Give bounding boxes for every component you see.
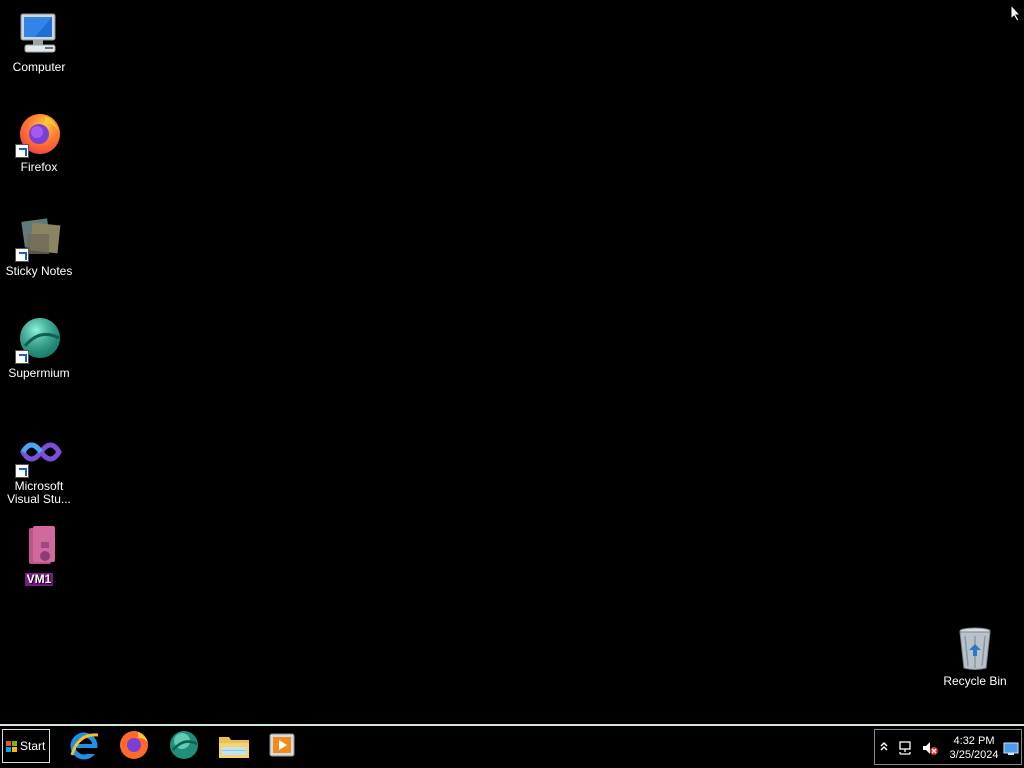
taskbar: Start 4:32 PM 3/25/2024 bbox=[0, 724, 1024, 768]
clock-time: 4:32 PM bbox=[953, 735, 995, 747]
clock[interactable]: 4:32 PM 3/25/2024 bbox=[945, 734, 1003, 762]
shortcut-arrow-icon bbox=[15, 144, 29, 158]
volume-muted-icon[interactable] bbox=[921, 740, 939, 761]
taskbar-file-explorer[interactable] bbox=[216, 730, 252, 764]
system-tray: 4:32 PM 3/25/2024 bbox=[874, 729, 1022, 765]
folder-icon bbox=[15, 522, 63, 570]
desktop-icon-label: Firefox bbox=[20, 160, 58, 174]
desktop-icon-label: Supermium bbox=[8, 366, 70, 380]
media-player-icon bbox=[266, 729, 298, 766]
desktop-icon-computer[interactable]: Computer bbox=[0, 10, 78, 76]
sticky-notes-icon bbox=[15, 214, 63, 262]
shortcut-arrow-icon bbox=[15, 464, 29, 478]
recycle-bin-icon bbox=[951, 624, 999, 672]
desktop-icon-vm1[interactable]: VM1 bbox=[0, 522, 78, 588]
firefox-icon bbox=[118, 729, 150, 766]
internet-explorer-icon bbox=[68, 729, 100, 766]
file-explorer-icon bbox=[217, 729, 251, 766]
desktop-icon-label: Computer bbox=[12, 60, 66, 74]
desktop-icon-visual-studio[interactable]: Microsoft Visual Stu... bbox=[0, 430, 78, 508]
mouse-cursor-icon bbox=[1010, 3, 1022, 27]
taskbar-internet-explorer[interactable] bbox=[66, 730, 102, 764]
supermium-icon bbox=[15, 316, 63, 364]
taskbar-firefox[interactable] bbox=[116, 730, 152, 764]
computer-icon bbox=[15, 10, 63, 58]
desktop-icon-sticky-notes[interactable]: Sticky Notes bbox=[0, 214, 78, 280]
start-label: Start bbox=[20, 739, 46, 753]
windows-logo-icon bbox=[6, 740, 17, 752]
desktop-icon-supermium[interactable]: Supermium bbox=[0, 316, 78, 382]
shortcut-arrow-icon bbox=[15, 350, 29, 364]
taskbar-media-player[interactable] bbox=[264, 730, 300, 764]
show-hidden-icons-chevron-icon[interactable] bbox=[879, 740, 889, 759]
network-icon[interactable] bbox=[897, 740, 913, 761]
desktop-icon-recycle-bin[interactable]: Recycle Bin bbox=[936, 624, 1014, 690]
start-button[interactable]: Start bbox=[2, 729, 50, 763]
desktop-icon-label: Microsoft Visual Stu... bbox=[7, 479, 71, 506]
desktop-icon-label: Sticky Notes bbox=[5, 264, 73, 278]
taskbar-supermium[interactable] bbox=[166, 730, 202, 764]
shortcut-arrow-icon bbox=[15, 248, 29, 262]
visual-studio-icon bbox=[15, 430, 63, 478]
show-desktop-icon[interactable] bbox=[1003, 742, 1019, 761]
firefox-icon bbox=[15, 110, 63, 158]
supermium-icon bbox=[168, 729, 200, 766]
desktop-icon-firefox[interactable]: Firefox bbox=[0, 110, 78, 176]
clock-date: 3/25/2024 bbox=[949, 749, 999, 761]
desktop-icon-label: VM1 bbox=[24, 572, 54, 586]
desktop[interactable]: Computer Firefox Sticky Notes Supermium … bbox=[0, 0, 1024, 724]
desktop-icon-label: Recycle Bin bbox=[943, 674, 1007, 688]
